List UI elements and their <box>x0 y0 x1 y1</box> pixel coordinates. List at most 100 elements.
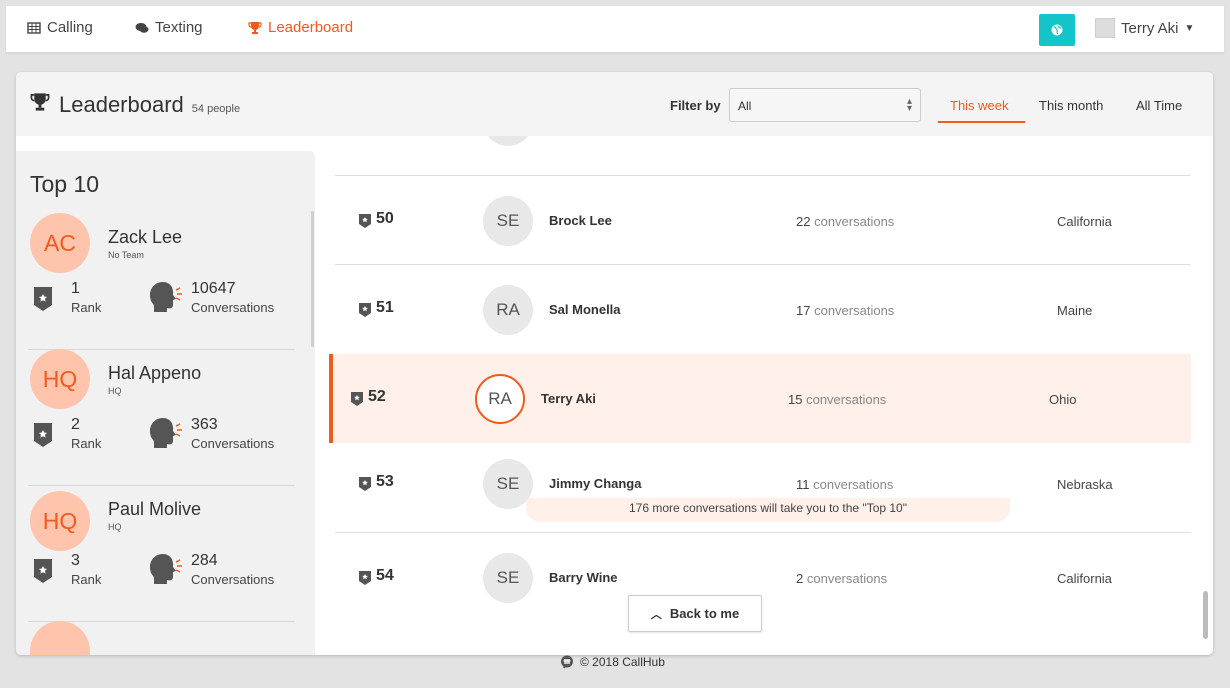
conversations-word: conversations <box>806 392 887 407</box>
rank-value: 1 <box>71 280 80 297</box>
conversations-label: Conversations <box>191 300 275 315</box>
player-name: Brock Lee <box>549 213 612 228</box>
trophy-icon <box>248 21 262 34</box>
conversations-value: 17 <box>796 303 811 318</box>
select-arrows-icon: ▴ ▾ <box>906 96 912 114</box>
rank-badge-icon <box>359 214 371 228</box>
tab-this-month[interactable]: This month <box>1039 98 1103 113</box>
trophy-icon <box>30 93 50 111</box>
chevron-up-icon: ︿ <box>650 608 662 621</box>
conversations-value: 15 <box>788 392 803 407</box>
avatar: RA <box>483 285 533 335</box>
page-title: Leaderboard 54 people <box>29 92 240 118</box>
list-item[interactable]: 51 RA Sal Monella 17 conversations Maine <box>335 264 1191 353</box>
top10-item[interactable]: HQ Hal Appeno HQ 2 Rank 363 Conversation… <box>28 349 295 486</box>
avatar: SE <box>483 553 533 603</box>
callhub-logo-icon <box>561 655 573 669</box>
rank-label: Rank <box>71 436 102 451</box>
tab-this-week[interactable]: This week <box>950 98 1009 113</box>
nav-leaderboard-label: Leaderboard <box>268 19 354 36</box>
nav-calling[interactable]: Calling <box>27 19 93 36</box>
location: Nebraska <box>1057 477 1113 492</box>
caret-down-icon: ▼ <box>1184 22 1195 34</box>
nav-leaderboard[interactable]: Leaderboard <box>248 19 353 36</box>
rank-value: 54 <box>376 567 394 584</box>
rank-value: 51 <box>376 299 394 316</box>
rank-value: 3 <box>71 552 80 569</box>
rank-value: 2 <box>71 416 80 433</box>
avatar: AC <box>30 213 90 273</box>
conversations-count: 17 conversations <box>796 303 894 318</box>
conversations-value: 11 <box>796 477 810 492</box>
chat-icon <box>135 22 149 33</box>
rank-value: 53 <box>376 473 394 490</box>
rank-badge-icon <box>34 423 52 447</box>
speaking-head-icon <box>150 282 182 312</box>
filter-select[interactable]: All ▴ ▾ <box>729 88 921 122</box>
rank-value: 52 <box>368 388 386 405</box>
rank-badge-icon <box>351 392 363 406</box>
nav-calling-label: Calling <box>47 19 93 36</box>
location: California <box>1057 571 1112 586</box>
rank-label: Rank <box>71 300 102 315</box>
conversations-count: 2 conversations <box>796 571 887 586</box>
rank-badge-icon <box>359 303 371 317</box>
list-item[interactable]: 54 SE Barry Wine 2 conversations Califor… <box>335 532 1191 621</box>
top10-panel: Top 10 AC Zack Lee No Team 1 Rank 10647 … <box>16 151 315 655</box>
team-name: No Team <box>108 250 144 260</box>
rank-badge-icon <box>34 559 52 583</box>
conversations-word: conversations <box>814 214 895 229</box>
globe-button[interactable] <box>1039 14 1075 46</box>
filter-value: All <box>738 99 752 113</box>
conversations-word: conversations <box>813 477 894 492</box>
avatar: RA <box>475 374 525 424</box>
conversations-value: 2 <box>796 571 804 586</box>
nav-texting-label: Texting <box>155 19 203 36</box>
player-name: Paul Molive <box>108 499 202 519</box>
list-item[interactable]: 53 SE Jimmy Changa 11 conversations Nebr… <box>335 443 1191 532</box>
user-menu[interactable]: Terry Aki ▼ <box>1095 18 1194 38</box>
rank-label: Rank <box>71 572 102 587</box>
tab-all-time[interactable]: All Time <box>1136 98 1182 113</box>
conversations-count: 15 conversations <box>788 392 886 407</box>
team-name: HQ <box>108 386 122 396</box>
filter-label: Filter by <box>670 98 721 113</box>
top10-item[interactable]: HQ Paul Molive HQ 3 Rank 284 Conversatio… <box>28 485 295 622</box>
list-item[interactable]: 50 SE Brock Lee 22 conversations Califor… <box>335 175 1191 264</box>
conversations-label: Conversations <box>191 436 275 451</box>
conversations-value: 363 <box>191 416 218 433</box>
back-to-me-label: Back to me <box>669 606 740 621</box>
list-scrollbar[interactable] <box>1203 591 1208 639</box>
nav-texting[interactable]: Texting <box>135 19 203 36</box>
ranking-list: 50 SE Brock Lee 22 conversations Califor… <box>315 136 1213 655</box>
top10-item[interactable]: AC Zack Lee No Team 1 Rank 10647 Convers… <box>28 213 295 350</box>
avatar <box>30 621 90 655</box>
back-to-me-button[interactable]: ︿ Back to me <box>628 595 762 632</box>
globe-icon <box>1051 24 1063 36</box>
conversations-value: 284 <box>191 552 218 569</box>
card-header: Leaderboard 54 people Filter by All ▴ ▾ T… <box>16 72 1213 136</box>
rank-badge-icon <box>359 477 371 491</box>
avatar: HQ <box>30 491 90 551</box>
rank-badge-icon <box>359 571 371 585</box>
rank-value: 50 <box>376 210 394 227</box>
location: Ohio <box>1049 392 1077 407</box>
leaderboard-card: Leaderboard 54 people Filter by All ▴ ▾ T… <box>16 72 1213 655</box>
conversations-count: 11 conversations <box>796 477 893 492</box>
top10-title: Top 10 <box>30 171 100 197</box>
sidebar-scrollbar[interactable] <box>311 211 314 347</box>
speaking-head-icon <box>150 554 182 584</box>
avatar <box>483 136 533 146</box>
player-name: Terry Aki <box>541 391 596 406</box>
title-text: Leaderboard <box>59 92 184 117</box>
table-icon <box>27 21 41 34</box>
player-name: Jimmy Changa <box>549 476 642 491</box>
footer: © 2018 CallHub <box>560 655 665 669</box>
player-name: Sal Monella <box>549 302 621 317</box>
speaking-head-icon <box>150 418 182 448</box>
conversations-word: conversations <box>806 571 888 586</box>
rank-badge-icon <box>34 287 52 311</box>
avatar <box>1095 18 1115 38</box>
list-item-current-user[interactable]: 52 RA Terry Aki 15 conversations Ohio <box>329 354 1191 443</box>
copyright-text: © 2018 CallHub <box>580 655 665 669</box>
